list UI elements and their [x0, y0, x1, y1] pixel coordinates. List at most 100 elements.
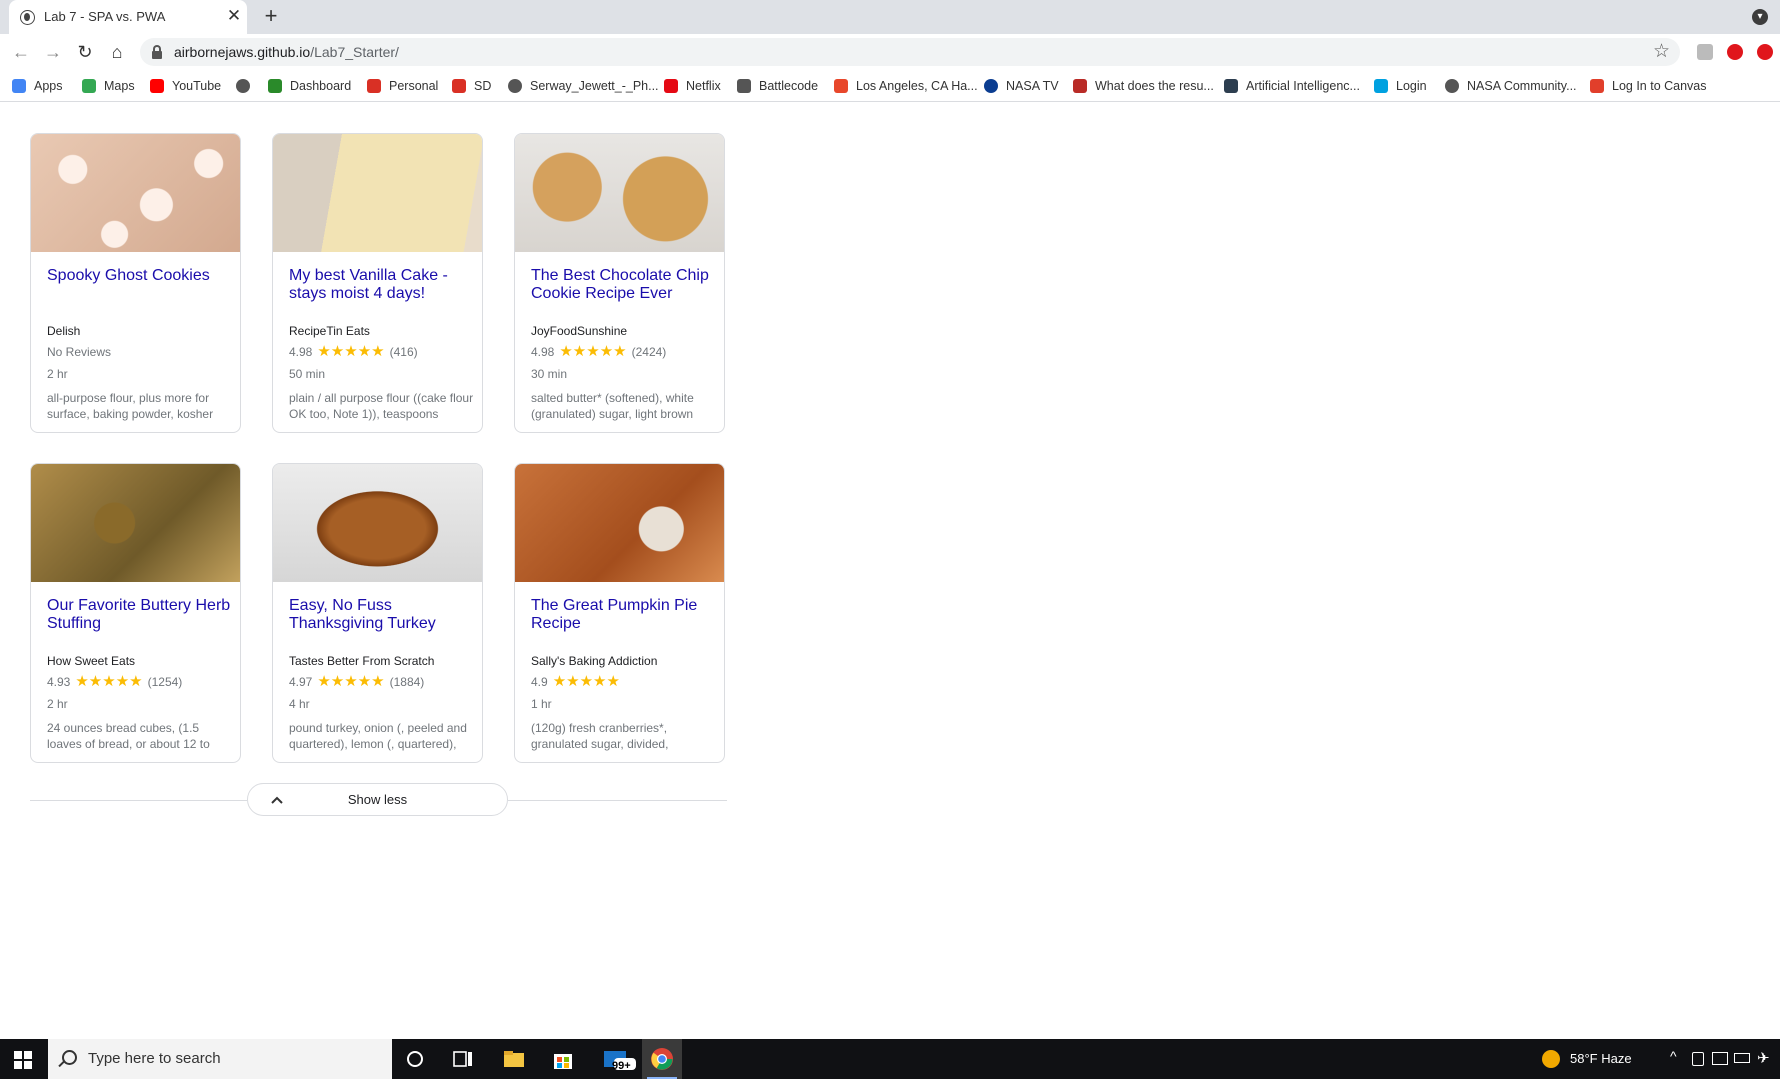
- mail-badge: 99+: [612, 1060, 631, 1072]
- bookmark-item[interactable]: Maps: [82, 77, 135, 95]
- bookmark-item[interactable]: Login: [1374, 77, 1427, 95]
- gmail-icon: [367, 79, 381, 93]
- apps-grid-icon: [12, 79, 26, 93]
- bookmark-item[interactable]: Battlecode: [737, 77, 818, 95]
- bookmark-item[interactable]: YouTube: [150, 77, 221, 95]
- rating-value: 4.93: [47, 675, 71, 689]
- bookmark-label: Serway_Jewett_-_Ph...: [530, 79, 659, 93]
- home-icon[interactable]: ⌂: [105, 40, 129, 64]
- globe-icon: [1445, 79, 1459, 93]
- bookmarks-bar: Apps Maps YouTube Dashboard Personal SD Serway…: [0, 70, 1780, 102]
- rating-value: No Reviews: [47, 345, 112, 359]
- recipe-card[interactable]: The Great Pumpkin Pie Recipe Sally's Baki…: [514, 463, 725, 763]
- recipe-time: 2 hr: [47, 697, 68, 711]
- bookmark-label: Artificial Intelligenc...: [1246, 79, 1360, 93]
- show-less-label: Show less: [347, 792, 408, 807]
- url-text[interactable]: airbornejaws.github.io/Lab7_Starter/: [174, 44, 399, 60]
- system-tray: 58°F Haze ^ ✈: [1520, 1039, 1780, 1079]
- chevron-up-icon[interactable]: ^: [1670, 1048, 1677, 1064]
- bookmark-item[interactable]: NASA TV: [984, 77, 1059, 95]
- extension-icon[interactable]: [1697, 44, 1713, 60]
- recipe-image[interactable]: [273, 464, 482, 582]
- recipe-image[interactable]: [31, 464, 240, 582]
- bookmark-item[interactable]: Apps: [12, 77, 63, 95]
- netflix-icon: [664, 79, 678, 93]
- recipe-rating: 4.93 ★★★★★ (1254): [47, 674, 182, 689]
- recipe-source: How Sweet Eats: [47, 654, 136, 668]
- adblock-icon[interactable]: [1757, 44, 1773, 60]
- recipe-title-link[interactable]: The Best Chocolate Chip Cookie Recipe Ev…: [531, 267, 716, 303]
- display-icon[interactable]: [1712, 1052, 1728, 1065]
- divider: [508, 800, 727, 801]
- bookmark-item[interactable]: Dashboard: [268, 77, 351, 95]
- recipe-card[interactable]: The Best Chocolate Chip Cookie Recipe Ev…: [514, 133, 725, 433]
- recipe-image[interactable]: [515, 464, 724, 582]
- recipe-card[interactable]: My best Vanilla Cake - stays moist 4 day…: [272, 133, 483, 433]
- rating-value: 4.98: [289, 345, 313, 359]
- weather-icon: [834, 79, 848, 93]
- tab-search-icon[interactable]: ▾: [1752, 9, 1768, 25]
- reload-icon[interactable]: ↻: [73, 40, 97, 64]
- recipe-rating: No Reviews: [47, 345, 111, 359]
- bookmark-item[interactable]: Netflix: [664, 77, 721, 95]
- opera-icon[interactable]: [1727, 44, 1743, 60]
- dashboard-icon: [268, 79, 282, 93]
- airplane-mode-icon[interactable]: ✈: [1757, 1049, 1770, 1067]
- bookmark-item[interactable]: Personal: [367, 77, 438, 95]
- rating-count: (416): [389, 345, 418, 359]
- recipe-card[interactable]: Easy, No Fuss Thanksgiving Turkey Tastes …: [272, 463, 483, 763]
- recipe-ingredients: plain / all purpose flour ((cake flour O…: [289, 391, 474, 421]
- recipe-title-link[interactable]: Our Favorite Buttery Herb Stuffing: [47, 597, 232, 633]
- bookmark-item[interactable]: Artificial Intelligenc...: [1224, 77, 1360, 95]
- recipe-title-link[interactable]: My best Vanilla Cake - stays moist 4 day…: [289, 267, 474, 303]
- bookmark-item[interactable]: Serway_Jewett_-_Ph...: [508, 77, 659, 95]
- recipe-image[interactable]: [273, 134, 482, 252]
- recipe-time: 50 min: [289, 367, 326, 381]
- store-icon[interactable]: [551, 1047, 575, 1071]
- file-explorer-icon[interactable]: [502, 1047, 526, 1071]
- browser-tab[interactable]: Lab 7 - SPA vs. PWA ✕: [9, 0, 247, 34]
- bookmark-item[interactable]: Los Angeles, CA Ha...: [834, 77, 978, 95]
- gmail-icon: [452, 79, 466, 93]
- new-tab-button[interactable]: +: [260, 5, 282, 28]
- back-icon[interactable]: ←: [9, 40, 33, 64]
- meet-now-icon[interactable]: [1692, 1052, 1704, 1066]
- rating-count: (1884): [389, 675, 425, 689]
- recipe-ingredients: all-purpose flour, plus more for surface…: [47, 391, 214, 421]
- recipe-image[interactable]: [515, 134, 724, 252]
- recipe-image[interactable]: [31, 134, 240, 252]
- rating-stars-icon: ★★★★★: [552, 673, 620, 690]
- bookmark-item[interactable]: SD: [452, 77, 491, 95]
- recipe-card[interactable]: Spooky Ghost Cookies Delish No Reviews 2 hr…: [30, 133, 241, 433]
- weather-text[interactable]: 58°F Haze: [1570, 1051, 1632, 1066]
- task-view-icon[interactable]: [451, 1047, 475, 1071]
- taskbar-search-input[interactable]: Type here to search: [48, 1039, 392, 1079]
- battery-icon[interactable]: [1734, 1053, 1750, 1063]
- forward-icon[interactable]: →: [41, 40, 65, 64]
- bookmark-item[interactable]: NASA Community...: [1445, 77, 1577, 95]
- recipe-source: RecipeTin Eats: [289, 324, 370, 338]
- bookmark-star-icon[interactable]: ☆: [1653, 40, 1670, 63]
- bookmark-item[interactable]: What does the resu...: [1073, 77, 1214, 95]
- bookmark-item[interactable]: Log In to Canvas: [1590, 77, 1707, 95]
- recipe-source: Delish: [47, 324, 81, 338]
- recipe-card[interactable]: Our Favorite Buttery Herb Stuffing How Sw…: [30, 463, 241, 763]
- bookmark-item[interactable]: [236, 77, 258, 95]
- recipe-time: 1 hr: [531, 697, 552, 711]
- recipe-title-link[interactable]: Spooky Ghost Cookies: [47, 267, 232, 285]
- recipe-title-link[interactable]: Easy, No Fuss Thanksgiving Turkey: [289, 597, 474, 633]
- windows-start-icon[interactable]: [14, 1051, 32, 1069]
- recipe-ingredients: salted butter* (softened), white (granul…: [531, 391, 694, 421]
- search-icon: [62, 1050, 77, 1065]
- cortana-icon[interactable]: [403, 1047, 427, 1071]
- weather-icon[interactable]: [1542, 1050, 1560, 1068]
- chrome-taskbar-button[interactable]: [642, 1039, 682, 1079]
- bookmark-label: Battlecode: [759, 79, 819, 93]
- tab-title: Lab 7 - SPA vs. PWA: [44, 9, 166, 24]
- lock-icon[interactable]: [152, 45, 162, 59]
- close-icon[interactable]: ✕: [225, 7, 243, 25]
- globe-icon: [236, 79, 250, 93]
- address-bar[interactable]: airbornejaws.github.io/Lab7_Starter/ ☆: [140, 38, 1680, 66]
- recipe-title-link[interactable]: The Great Pumpkin Pie Recipe: [531, 597, 716, 633]
- show-less-button[interactable]: Show less: [247, 783, 508, 816]
